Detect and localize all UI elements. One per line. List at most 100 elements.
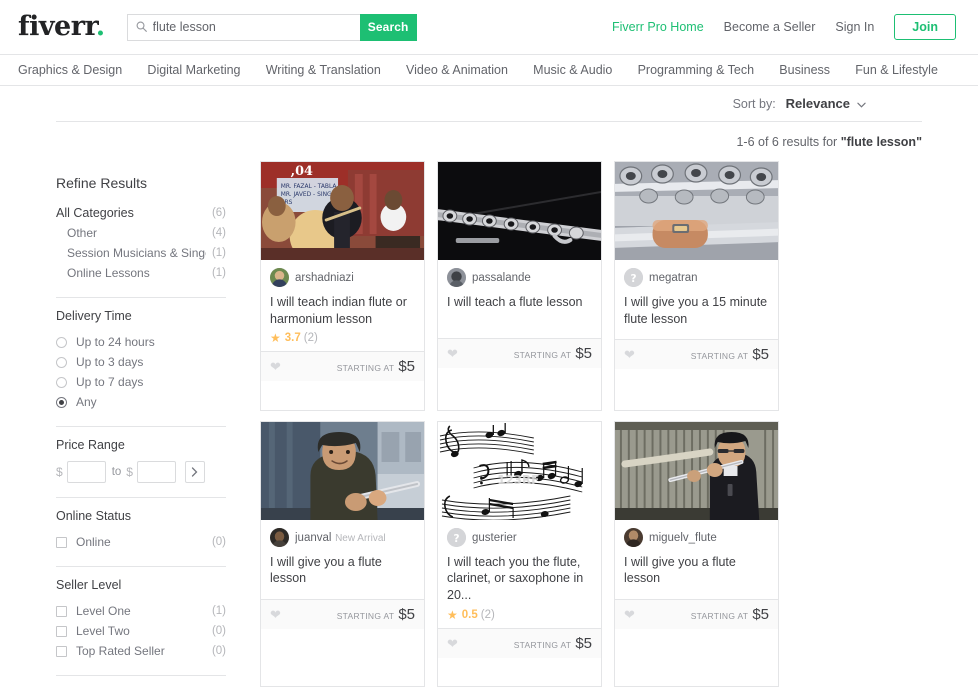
gig-seller[interactable]: passalande xyxy=(447,268,592,287)
header-nav-right: Fiverr Pro Home Become a Seller Sign In … xyxy=(612,14,956,40)
filter-category-online-lessons-count: (1) xyxy=(211,267,226,279)
filter-level-two[interactable]: Level Two (0) xyxy=(56,621,226,641)
main-content: Refine Results All Categories (6) Other … xyxy=(0,149,978,687)
filter-category-session-musicians[interactable]: Session Musicians & Singers (1) xyxy=(56,243,226,263)
filter-all-categories[interactable]: All Categories (6) xyxy=(56,203,226,223)
gig-starting-label: Starting at xyxy=(513,350,572,360)
filter-category-online-lessons[interactable]: Online Lessons (1) xyxy=(56,263,226,283)
filter-delivery-7-days[interactable]: Up to 7 days xyxy=(56,372,226,392)
gig-thumbnail-sheet-music-notes[interactable]: 123RF xyxy=(438,421,601,520)
gig-thumbnail-flute-closeup-silver[interactable] xyxy=(615,162,778,260)
gig-card[interactable]: miguelv_flute I will give you a flute le… xyxy=(614,420,779,687)
gig-starting-label: Starting at xyxy=(513,639,572,650)
filter-group-delivery-time: Delivery Time Up to 24 hours Up to 3 day… xyxy=(56,309,226,414)
star-icon: ★ xyxy=(447,607,458,622)
gig-seller[interactable]: juanval New Arrival xyxy=(270,527,415,547)
filter-level-one[interactable]: Level One (1) xyxy=(56,601,226,621)
gig-title[interactable]: I will give you a flute lesson xyxy=(624,554,769,587)
checkbox-icon[interactable] xyxy=(56,645,67,657)
filter-delivery-3-days[interactable]: Up to 3 days xyxy=(56,352,226,372)
gig-seller-name: passalande xyxy=(472,272,531,285)
gig-card[interactable]: 123RF ? gusterier I will teach you the f… xyxy=(437,420,602,687)
chevron-right-icon xyxy=(192,467,198,477)
nav-category-graphics-design[interactable]: Graphics & Design xyxy=(18,63,122,77)
nav-category-video-animation[interactable]: Video & Animation xyxy=(406,63,508,77)
nav-category-writing-translation[interactable]: Writing & Translation xyxy=(266,63,381,77)
gig-seller-name: gusterier xyxy=(472,531,517,544)
gig-seller-name: megatran xyxy=(649,272,698,285)
gig-seller[interactable]: ? gusterier xyxy=(447,527,592,547)
chevron-down-icon xyxy=(857,96,866,111)
filter-top-rated-seller-count: (0) xyxy=(211,645,226,657)
filter-online-count: (0) xyxy=(211,536,226,548)
radio-icon-selected[interactable] xyxy=(56,396,67,408)
nav-link-sign-in[interactable]: Sign In xyxy=(835,20,874,34)
price-min-input[interactable] xyxy=(66,461,106,483)
heart-icon[interactable]: ❤ xyxy=(447,347,458,360)
search-button[interactable]: Search xyxy=(359,13,417,41)
price-range-apply-button[interactable] xyxy=(184,461,205,483)
gig-seller[interactable]: arshadniazi xyxy=(270,268,415,287)
gig-title[interactable]: I will give you a 15 minute flute lesson xyxy=(624,294,769,327)
join-button[interactable]: Join xyxy=(894,14,956,40)
nav-category-digital-marketing[interactable]: Digital Marketing xyxy=(147,63,240,77)
sort-dropdown-value: Relevance xyxy=(785,96,850,111)
avatar xyxy=(270,268,289,287)
filters-sidebar: Refine Results All Categories (6) Other … xyxy=(56,161,226,687)
filter-delivery-24-hours[interactable]: Up to 24 hours xyxy=(56,332,226,352)
gig-card[interactable]: passalande I will teach a flute lesson ❤… xyxy=(437,161,602,411)
sort-dropdown[interactable]: Relevance xyxy=(786,96,866,111)
fiverr-logo[interactable]: fiverr. xyxy=(18,13,105,42)
gig-rating-count: (2) xyxy=(480,608,495,621)
filter-group-seller-level: Seller Level Level One (1) Level Two (0)… xyxy=(56,578,226,663)
gig-thumbnail-indian-musicians[interactable]: MR. FAZAL - TABLA MR. JAVED - SINGER ERS… xyxy=(261,162,424,260)
gig-card[interactable]: juanval New Arrival I will give you a fl… xyxy=(260,420,425,687)
results-summary: 1-6 of 6 results for "flute lesson" xyxy=(0,122,978,149)
filter-all-categories-label: All Categories xyxy=(56,206,134,220)
radio-icon[interactable] xyxy=(56,336,67,348)
heart-icon[interactable]: ❤ xyxy=(270,360,281,373)
heart-icon[interactable]: ❤ xyxy=(447,637,458,650)
heart-icon[interactable]: ❤ xyxy=(624,348,635,361)
nav-category-business[interactable]: Business xyxy=(779,63,830,77)
filter-delivery-any[interactable]: Any xyxy=(56,392,226,412)
svg-text:?: ? xyxy=(630,273,636,285)
nav-category-fun-lifestyle[interactable]: Fun & Lifestyle xyxy=(855,63,938,77)
nav-link-fiverr-pro-home[interactable]: Fiverr Pro Home xyxy=(612,20,704,34)
gig-thumbnail-flutist-suit[interactable] xyxy=(615,421,778,520)
filter-online[interactable]: Online (0) xyxy=(56,532,226,552)
radio-icon[interactable] xyxy=(56,376,67,388)
gig-thumbnail-man-outdoors-flute[interactable] xyxy=(261,421,424,520)
checkbox-icon[interactable] xyxy=(56,536,67,548)
price-max-currency: $ xyxy=(126,465,133,479)
filter-category-session-musicians-label: Session Musicians & Singers xyxy=(67,246,206,260)
gig-title[interactable]: I will teach indian flute or harmonium l… xyxy=(270,294,415,327)
gig-rating-count: (2) xyxy=(303,332,318,345)
nav-category-music-audio[interactable]: Music & Audio xyxy=(533,63,612,77)
gig-seller[interactable]: ? megatran xyxy=(624,268,769,287)
gig-price: $5 xyxy=(398,358,415,376)
heart-icon[interactable]: ❤ xyxy=(270,608,281,621)
filter-top-rated-seller[interactable]: Top Rated Seller (0) xyxy=(56,641,226,661)
search-input[interactable]: flute lesson xyxy=(126,13,360,41)
gig-card[interactable]: ? megatran I will give you a 15 minute f… xyxy=(614,161,779,411)
checkbox-icon[interactable] xyxy=(56,605,67,617)
divider xyxy=(56,497,226,498)
price-max-input[interactable] xyxy=(136,461,176,483)
heart-icon[interactable]: ❤ xyxy=(624,608,635,621)
checkbox-icon[interactable] xyxy=(56,625,67,637)
gig-title[interactable]: I will teach you the flute, clarinet, or… xyxy=(447,554,592,604)
filter-category-other[interactable]: Other (4) xyxy=(56,223,226,243)
nav-link-become-a-seller[interactable]: Become a Seller xyxy=(724,20,816,34)
radio-icon[interactable] xyxy=(56,356,67,368)
nav-category-programming-tech[interactable]: Programming & Tech xyxy=(638,63,755,77)
gig-price: $5 xyxy=(575,345,592,362)
gig-card[interactable]: MR. FAZAL - TABLA MR. JAVED - SINGER ERS… xyxy=(260,161,425,411)
gig-title[interactable]: I will give you a flute lesson xyxy=(270,554,415,587)
gig-seller[interactable]: miguelv_flute xyxy=(624,527,769,547)
gig-thumbnail-flute-keys-dark[interactable] xyxy=(438,162,601,260)
gig-title[interactable]: I will teach a flute lesson xyxy=(447,294,592,311)
results-summary-prefix: 1-6 of 6 results for xyxy=(736,135,841,149)
avatar xyxy=(270,527,289,547)
top-header: fiverr. flute lesson Search Fiverr Pro H… xyxy=(0,0,978,54)
